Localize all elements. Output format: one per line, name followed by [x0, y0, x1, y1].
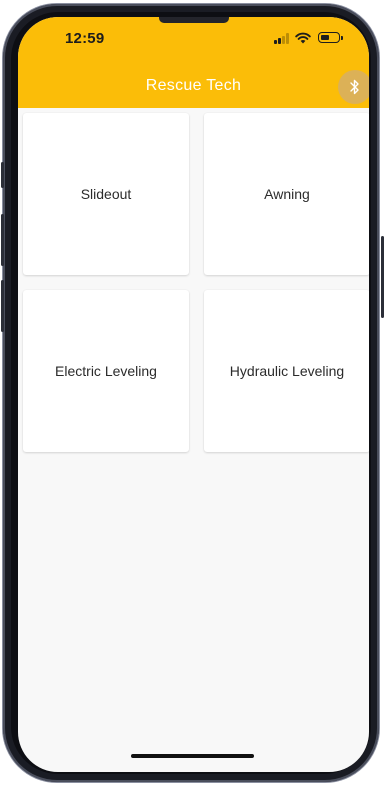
app-title: Rescue Tech [145, 77, 242, 94]
bluetooth-icon [350, 79, 359, 95]
app-bar: 12:59 Rescue Tech [18, 17, 369, 108]
phone-side-button [381, 236, 384, 318]
cellular-signal-icon [274, 33, 290, 44]
home-indicator[interactable] [131, 754, 254, 758]
card-label: Slideout [80, 186, 132, 202]
wifi-icon [295, 32, 311, 44]
card-label: Electric Leveling [55, 363, 157, 379]
electric-leveling-card[interactable]: Electric Leveling [23, 290, 189, 452]
app-screen: 12:59 Rescue Tech Slideout Awning Electr… [18, 17, 369, 772]
awning-card[interactable]: Awning [204, 113, 369, 275]
battery-level [321, 35, 329, 40]
hydraulic-leveling-card[interactable]: Hydraulic Leveling [204, 290, 369, 452]
phone-side-button [1, 214, 4, 266]
bluetooth-button[interactable] [338, 70, 369, 104]
slideout-card[interactable]: Slideout [23, 113, 189, 275]
phone-side-button [1, 162, 4, 188]
battery-cap [340, 36, 343, 40]
battery-icon [318, 32, 343, 43]
card-label: Hydraulic Leveling [229, 363, 345, 379]
phone-side-button [1, 280, 4, 332]
notch [159, 17, 229, 23]
card-label: Awning [264, 186, 310, 202]
status-time: 12:59 [65, 30, 105, 47]
